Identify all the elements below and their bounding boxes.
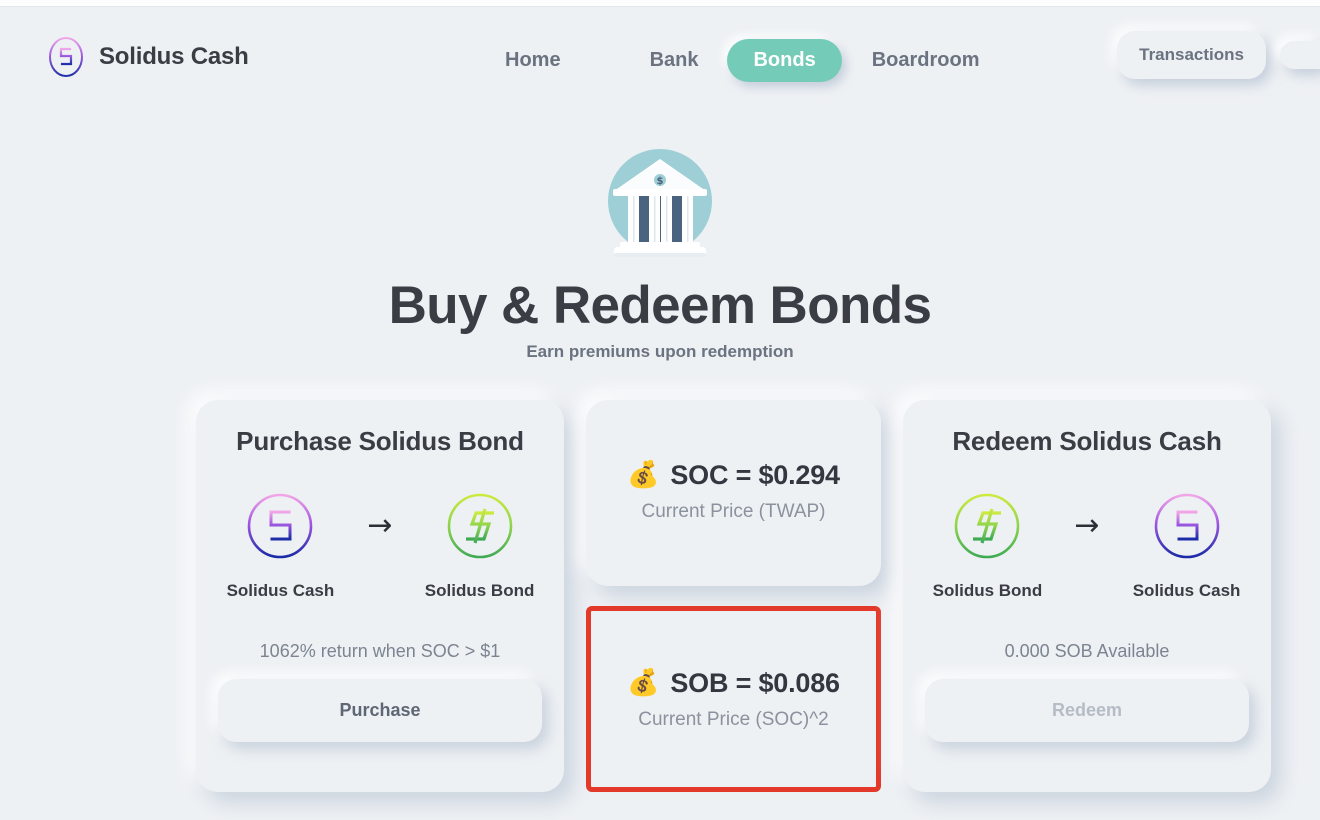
money-bag-icon: 💰 [627,460,660,490]
soc-token-icon [248,493,313,559]
sob-price-caption: Current Price (SOC)^2 [638,708,829,730]
redeem-button[interactable]: Redeem [925,679,1249,742]
soc-price-value: SOC = $0.294 [670,459,840,490]
purchase-return-note: 1062% return when SOC > $1 [259,641,501,661]
redeem-card-title: Redeem Solidus Cash [952,426,1222,456]
purchase-button[interactable]: Purchase [218,679,542,742]
nav-link-boardroom[interactable]: Boardroom [872,49,980,72]
purchase-column: Purchase Solidus Bond Solidus Cash → Sol… [196,400,564,792]
page-subtitle: Earn premiums upon redemption [526,342,794,361]
swap-arrow-icon: → [1074,508,1100,543]
browser-chrome-strip [0,0,1320,7]
brand-logo-group[interactable]: Solidus Cash [47,34,249,80]
money-bag-icon: 💰 [627,668,660,698]
redeem-column: Redeem Solidus Cash Solidus Bond → Solid… [903,400,1271,792]
app-root: Solidus Cash Home Bank Bonds Boardroom T… [0,0,1320,820]
nav-links: Home Bank Bonds Boardroom [505,39,980,82]
page-title: Buy & Redeem Bonds [388,276,932,335]
transactions-button[interactable]: Transactions [1117,31,1266,79]
sob-price-line: 💰 SOB = $0.086 [613,668,854,699]
purchase-to-token-label: Solidus Bond [424,581,535,600]
brand-name: Solidus Cash [99,43,249,70]
nav-right-actions: Transactions [1117,31,1320,79]
sob-token-icon [955,493,1020,559]
sob-price-value: SOB = $0.086 [670,667,840,698]
sob-price-card: 💰 SOB = $0.086 Current Price (SOC)^2 [586,606,881,792]
soc-token-icon [1154,493,1219,559]
bank-building-icon: $ [608,149,712,257]
redeem-to-token: Solidus Cash [1133,491,1240,601]
swap-arrow-icon: → [367,508,393,543]
nav-link-bonds[interactable]: Bonds [727,39,842,82]
purchase-card: Purchase Solidus Bond Solidus Cash → Sol… [196,400,564,792]
redeem-from-token-label: Solidus Bond [932,581,1043,600]
svg-text:$: $ [657,176,664,187]
hero-section: $ Buy & Redeem Bonds Earn premiums upon … [0,95,1320,362]
soc-price-caption: Current Price (TWAP) [641,500,826,522]
purchase-from-token-label: Solidus Cash [226,581,335,600]
purchase-card-title: Purchase Solidus Bond [236,426,524,456]
top-navbar: Solidus Cash Home Bank Bonds Boardroom T… [0,7,1320,95]
redeem-swap-row: Solidus Bond → Solidus Cash [925,491,1249,601]
purchase-to-token: Solidus Bond [425,491,534,601]
solidus-cash-token-icon [49,37,83,77]
price-column: 💰 SOC = $0.294 Current Price (TWAP) 💰 SO… [586,400,881,792]
nav-link-home[interactable]: Home [505,49,561,72]
soc-price-line: 💰 SOC = $0.294 [608,460,859,491]
wallet-button-clipped[interactable] [1280,41,1320,69]
purchase-from-token: Solidus Cash [227,491,334,601]
redeem-card: Redeem Solidus Cash Solidus Bond → Solid… [903,400,1271,792]
cards-grid: Purchase Solidus Bond Solidus Cash → Sol… [196,400,1279,792]
purchase-swap-row: Solidus Cash → Solidus Bond [218,491,542,601]
soc-price-card: 💰 SOC = $0.294 Current Price (TWAP) [586,400,881,586]
redeem-to-token-label: Solidus Cash [1132,581,1241,600]
sob-token-icon [447,493,512,559]
redeem-from-token: Solidus Bond [933,491,1042,601]
nav-link-bank[interactable]: Bank [650,49,699,72]
redeem-available-note: 0.000 SOB Available [1004,641,1170,661]
